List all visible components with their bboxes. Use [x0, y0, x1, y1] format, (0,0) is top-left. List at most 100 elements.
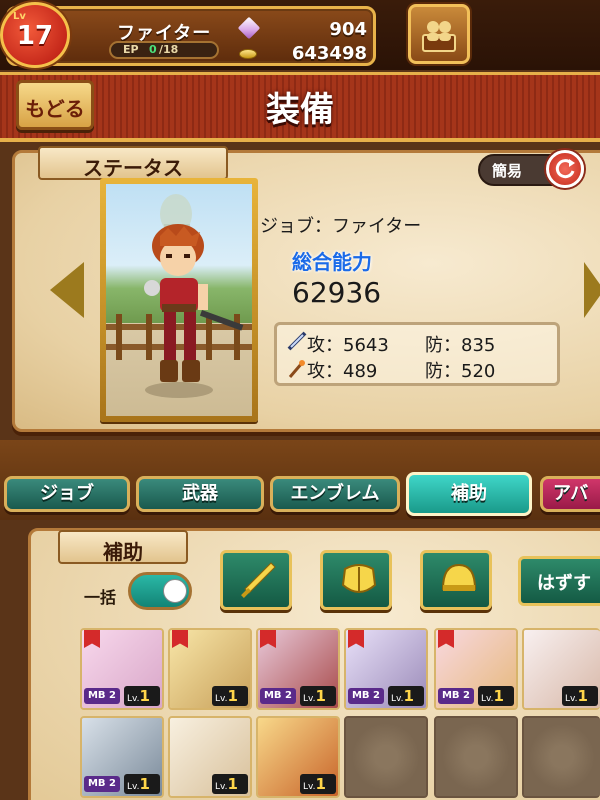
- slot-helmet[interactable]: [420, 550, 492, 610]
- card-level: Lv.1: [124, 774, 160, 794]
- tab-emblem[interactable]: エンブレム: [270, 476, 400, 512]
- stats-box: 攻：5643 防：835 攻：489 防：520: [274, 322, 560, 386]
- card-mb: MB 2: [84, 688, 120, 704]
- card-level: Lv.1: [478, 686, 514, 706]
- simple-label: 簡易: [492, 162, 523, 180]
- card-level: Lv.1: [124, 686, 160, 706]
- card-level-value: 1: [403, 687, 414, 705]
- tab-job[interactable]: ジョブ: [4, 476, 130, 512]
- character-portrait: [100, 178, 258, 422]
- card-level-value: 1: [493, 687, 504, 705]
- card-level-value: 1: [315, 687, 326, 705]
- card-level-label: Lv.: [215, 782, 228, 792]
- support-card[interactable]: MB 2 Lv.1: [434, 628, 518, 710]
- previous-character-arrow-icon[interactable]: [50, 262, 84, 318]
- support-card[interactable]: Lv.1: [168, 716, 252, 798]
- total-power-value: 62936: [292, 276, 382, 309]
- level-value: 17: [16, 21, 54, 51]
- card-mb: MB 2: [260, 688, 296, 704]
- support-label: 補助: [103, 540, 143, 564]
- empty-card-slot[interactable]: [344, 716, 428, 798]
- support-card[interactable]: MB 2 Lv.1: [80, 628, 164, 710]
- job-label: ジョブ：ファイター: [260, 216, 422, 237]
- card-level-label: Lv.: [303, 694, 316, 704]
- tab-support-label: 補助: [451, 483, 487, 504]
- empty-card-slot[interactable]: [522, 716, 600, 798]
- tab-job-label: ジョブ: [40, 483, 94, 504]
- slot-armor[interactable]: [320, 550, 392, 610]
- bulk-label: 一括: [84, 588, 117, 607]
- crystal-icon: [237, 16, 261, 40]
- support-card[interactable]: Lv.1: [256, 716, 340, 798]
- ep-label: EP: [123, 43, 139, 56]
- support-card[interactable]: Lv.1: [522, 628, 600, 710]
- card-level-label: Lv.: [481, 694, 494, 704]
- gold-coin-icon: [239, 49, 257, 59]
- sword-icon: [287, 331, 307, 351]
- bulk-toggle[interactable]: [128, 572, 192, 610]
- ep-current: 0: [149, 43, 157, 56]
- crystal-count: 904: [329, 19, 367, 40]
- friends-book-icon: [422, 21, 456, 52]
- gold-count: 643498: [291, 43, 367, 64]
- card-level-value: 1: [227, 687, 238, 705]
- back-label: もどる: [25, 97, 85, 121]
- card-level-value: 1: [315, 775, 326, 793]
- remove-button[interactable]: はずす: [518, 556, 600, 606]
- card-level-label: Lv.: [391, 694, 404, 704]
- card-level-value: 1: [227, 775, 238, 793]
- support-card[interactable]: Lv.1: [168, 628, 252, 710]
- card-level: Lv.1: [300, 774, 336, 794]
- card-level-label: Lv.: [565, 694, 578, 704]
- back-button[interactable]: もどる: [16, 80, 94, 130]
- card-mb: MB 2: [348, 688, 384, 704]
- card-level-label: Lv.: [127, 782, 140, 792]
- tab-support[interactable]: 補助: [406, 472, 532, 516]
- card-level: Lv.1: [388, 686, 424, 706]
- card-level-value: 1: [139, 687, 150, 705]
- card-level: Lv.1: [300, 686, 336, 706]
- tab-weapon[interactable]: 武器: [136, 476, 264, 512]
- support-card[interactable]: MB 2 Lv.1: [80, 716, 164, 798]
- next-character-arrow-icon[interactable]: [584, 262, 600, 318]
- magic-attack: 攻：489: [307, 361, 378, 382]
- card-level: Lv.1: [212, 686, 248, 706]
- sword-icon: [241, 562, 276, 598]
- support-card[interactable]: MB 2 Lv.1: [256, 628, 340, 710]
- status-tab: ステータス: [38, 146, 228, 180]
- status-label: ステータス: [83, 156, 183, 180]
- armor-icon: [341, 564, 377, 593]
- refresh-icon[interactable]: [546, 150, 584, 188]
- helmet-icon: [441, 563, 477, 591]
- slot-weapon[interactable]: [220, 550, 292, 610]
- tab-avatar[interactable]: アバ: [540, 476, 600, 512]
- card-level: Lv.1: [562, 686, 598, 706]
- friends-menu-button[interactable]: [408, 4, 470, 64]
- fighter-character-sprite: [106, 194, 252, 398]
- tab-avatar-label: アバ: [553, 483, 589, 504]
- card-mb: MB 2: [84, 776, 120, 792]
- empty-card-slot[interactable]: [434, 716, 518, 798]
- remove-label: はずす: [537, 573, 591, 594]
- player-level-badge: Lv 17: [0, 2, 70, 68]
- toggle-knob: [163, 579, 187, 603]
- support-tab: 補助: [58, 530, 188, 564]
- magic-defense: 防：520: [425, 361, 496, 382]
- support-card[interactable]: MB 2 Lv.1: [344, 628, 428, 710]
- card-level-label: Lv.: [127, 694, 140, 704]
- physical-defense: 防：835: [425, 335, 496, 356]
- card-level-label: Lv.: [303, 782, 316, 792]
- total-power-title: 総合能力: [292, 250, 372, 274]
- card-level: Lv.1: [212, 774, 248, 794]
- card-level-value: 1: [139, 775, 150, 793]
- ep-max: /18: [159, 43, 179, 56]
- staff-icon: [288, 360, 305, 378]
- card-level-label: Lv.: [215, 694, 228, 704]
- page-title: 装備: [266, 90, 334, 130]
- tab-emblem-label: エンブレム: [290, 483, 380, 504]
- card-mb: MB 2: [438, 688, 474, 704]
- card-level-value: 1: [577, 687, 588, 705]
- physical-attack: 攻：5643: [307, 335, 389, 356]
- ep-progress-bar: EP 0 /18: [109, 41, 219, 59]
- tab-weapon-label: 武器: [182, 483, 218, 504]
